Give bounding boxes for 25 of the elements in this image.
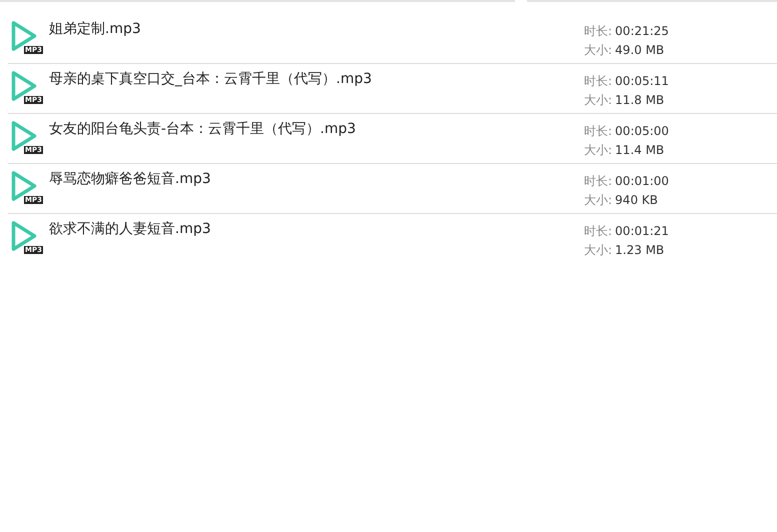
file-name: 母亲的桌下真空口交_台本：云霄千里（代写）.mp3 xyxy=(49,70,373,89)
size-value: 11.4 MB xyxy=(615,143,664,157)
duration-value: 00:01:00 xyxy=(615,174,669,188)
duration-value: 00:05:00 xyxy=(615,124,669,138)
duration-value: 00:21:25 xyxy=(615,24,669,38)
duration-value: 00:01:21 xyxy=(615,224,669,238)
file-name: 姐弟定制.mp3 xyxy=(49,20,142,39)
file-name: 女友的阳台龟头责-台本：云霄千里（代写）.mp3 xyxy=(49,120,357,139)
size-label: 大小: xyxy=(584,93,612,107)
size-value: 940 KB xyxy=(615,193,658,207)
duration-value: 00:05:11 xyxy=(615,74,669,88)
duration-label: 时长: xyxy=(584,74,612,88)
duration-label: 时长: xyxy=(584,224,612,238)
size-value: 1.23 MB xyxy=(615,243,664,257)
duration-label: 时长: xyxy=(584,24,612,38)
size-label: 大小: xyxy=(584,143,612,157)
file-name: 欲求不满的人妻短音.mp3 xyxy=(49,220,212,239)
size-label: 大小: xyxy=(584,43,612,57)
duration-label: 时长: xyxy=(584,174,612,188)
file-name: 辱骂恋物癖爸爸短音.mp3 xyxy=(49,170,212,189)
duration-label: 时长: xyxy=(584,124,612,138)
size-label: 大小: xyxy=(584,243,612,257)
size-value: 11.8 MB xyxy=(615,93,664,107)
size-label: 大小: xyxy=(584,193,612,207)
size-value: 49.0 MB xyxy=(615,43,664,57)
